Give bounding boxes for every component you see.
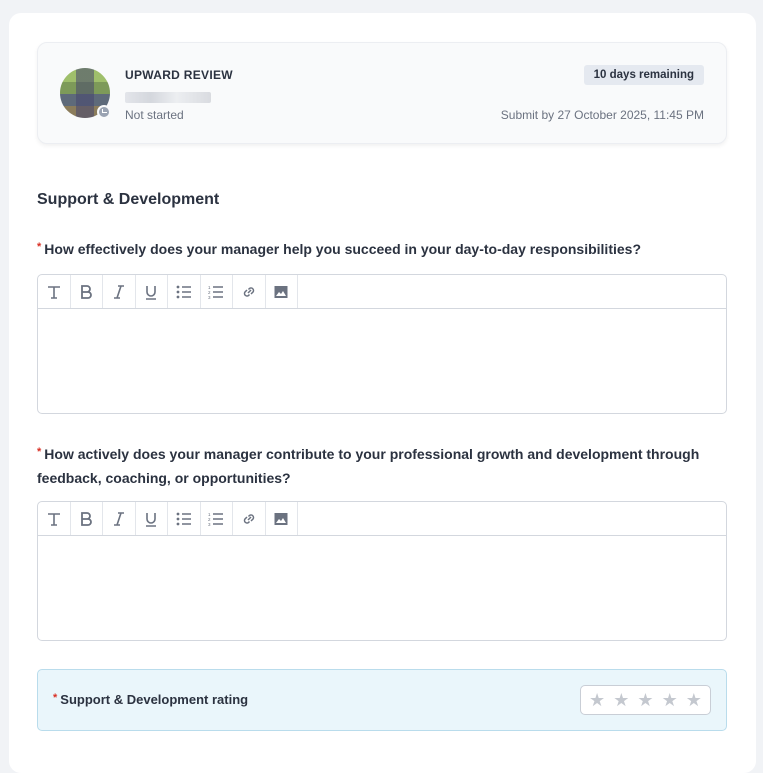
review-form-panel: UPWARD REVIEW Not started 10 days remain… [9,13,756,773]
rating-label-text: Support & Development rating [60,692,249,707]
section-title: Support & Development [37,191,220,208]
required-asterisk: * [37,446,42,458]
star-icon[interactable]: ★ [686,691,702,709]
answer-input-1[interactable] [38,309,726,413]
bulleted-list-icon[interactable] [168,275,201,308]
bulleted-list-icon[interactable] [168,502,201,535]
star-icon[interactable]: ★ [613,691,629,709]
question-text: How actively does your manager contribut… [37,446,700,486]
question-2: * How actively does your manager contribu… [37,443,727,489]
text-style-icon[interactable] [38,502,71,535]
editor-toolbar: 123 [38,502,726,536]
days-remaining-badge: 10 days remaining [583,65,704,85]
underline-icon[interactable] [136,502,168,535]
review-status: Not started [125,108,184,122]
review-header-card: UPWARD REVIEW Not started 10 days remain… [37,42,727,144]
question-text: How effectively does your manager help y… [44,241,641,257]
svg-text:3: 3 [208,522,211,526]
editor-toolbar: 123 [38,275,726,309]
underline-icon[interactable] [136,275,168,308]
star-icon[interactable]: ★ [637,691,653,709]
question-1: * How effectively does your manager help … [37,238,727,262]
star-icon[interactable]: ★ [662,691,678,709]
bold-icon[interactable] [71,502,103,535]
link-icon[interactable] [233,502,266,535]
status-check-icon [97,105,111,119]
link-icon[interactable] [233,275,266,308]
submit-deadline: Submit by 27 October 2025, 11:45 PM [500,108,704,122]
answer-input-2[interactable] [38,536,726,640]
review-type-label: UPWARD REVIEW [125,68,233,82]
numbered-list-icon[interactable]: 123 [201,502,233,535]
star-rating-input: ★ ★ ★ ★ ★ [580,685,711,715]
answer-editor-1: 123 [37,274,727,414]
image-icon[interactable] [266,502,298,535]
answer-editor-2: 123 [37,501,727,641]
required-asterisk: * [37,241,42,253]
rating-section: * Support & Development rating ★ ★ ★ ★ ★ [37,669,727,731]
rating-label: * Support & Development rating [53,692,248,707]
bold-icon[interactable] [71,275,103,308]
required-asterisk: * [53,692,58,704]
numbered-list-icon[interactable]: 123 [201,275,233,308]
star-icon[interactable]: ★ [589,691,605,709]
image-icon[interactable] [266,275,298,308]
text-style-icon[interactable] [38,275,71,308]
italic-icon[interactable] [103,502,136,535]
italic-icon[interactable] [103,275,136,308]
svg-text:3: 3 [208,295,211,299]
reviewee-name-redacted [125,92,211,103]
